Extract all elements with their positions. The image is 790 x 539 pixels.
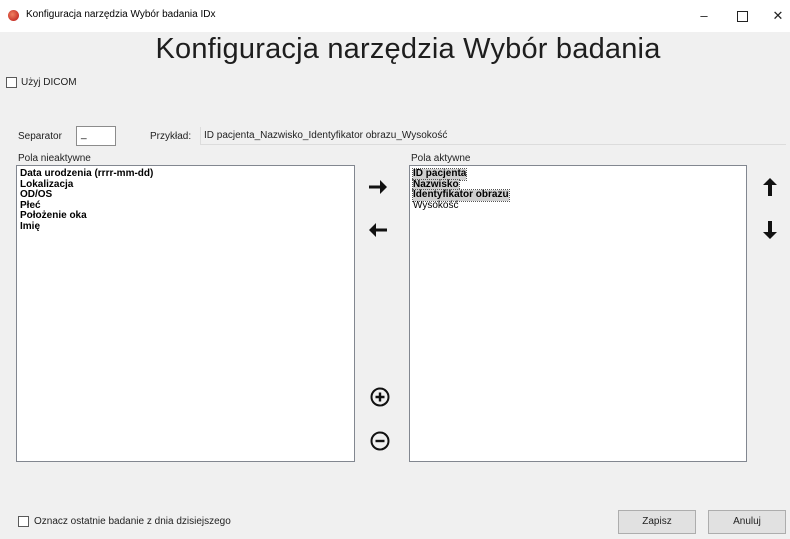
app-icon xyxy=(8,10,19,21)
inactive-fields-label: Pola nieaktywne xyxy=(18,153,91,164)
page-title: Konfiguracja narzędzia Wybór badania xyxy=(155,33,661,65)
cancel-button[interactable]: Anuluj xyxy=(708,510,786,534)
close-button[interactable]: ✕ xyxy=(756,4,790,28)
move-up-button[interactable] xyxy=(759,176,781,198)
move-left-button[interactable] xyxy=(367,219,389,241)
separator-label: Separator xyxy=(18,131,62,142)
minimize-icon: – xyxy=(700,8,708,23)
example-field: ID pacjenta_Nazwisko_Identyfikator obraz… xyxy=(200,127,786,145)
remove-field-button[interactable] xyxy=(369,430,391,452)
list-item[interactable]: Położenie oka xyxy=(20,210,87,221)
add-field-button[interactable] xyxy=(369,386,391,408)
mark-today-label: Oznacz ostatnie badanie z dnia dzisiejsz… xyxy=(34,516,231,527)
minus-circle-icon xyxy=(370,431,390,451)
active-fields-list[interactable]: ID pacjenta Nazwisko Identyfikator obraz… xyxy=(409,165,747,462)
list-item[interactable]: Wysokość xyxy=(413,200,458,211)
close-icon: ✕ xyxy=(772,8,784,23)
list-item[interactable]: Płeć xyxy=(20,200,41,211)
arrow-right-icon xyxy=(369,180,387,194)
arrow-up-icon xyxy=(763,178,777,196)
use-dicom-label: Użyj DICOM xyxy=(21,77,77,88)
list-item[interactable]: Imię xyxy=(20,221,40,232)
list-item[interactable]: ID pacjenta xyxy=(411,168,468,181)
plus-circle-icon xyxy=(370,387,390,407)
move-down-button[interactable] xyxy=(759,219,781,241)
inactive-fields-list[interactable]: Data urodzenia (rrrr-mm-dd) Lokalizacja … xyxy=(16,165,355,462)
save-button[interactable]: Zapisz xyxy=(618,510,696,534)
window-title: Konfiguracja narzędzia Wybór badania IDx xyxy=(26,9,216,20)
arrow-down-icon xyxy=(763,221,777,239)
move-right-button[interactable] xyxy=(367,176,389,198)
maximize-icon xyxy=(736,11,748,23)
example-label: Przykład: xyxy=(150,131,192,142)
title-bar: Konfiguracja narzędzia Wybór badania IDx… xyxy=(0,0,790,32)
use-dicom-checkbox[interactable] xyxy=(6,77,17,88)
separator-input[interactable]: _ xyxy=(76,126,116,146)
list-item[interactable]: OD/OS xyxy=(20,189,52,200)
list-item[interactable]: Data urodzenia (rrrr-mm-dd) xyxy=(20,168,153,179)
arrow-left-icon xyxy=(369,223,387,237)
active-fields-label: Pola aktywne xyxy=(411,153,471,164)
list-item[interactable]: Lokalizacja xyxy=(20,179,73,190)
mark-today-checkbox[interactable] xyxy=(18,516,29,527)
